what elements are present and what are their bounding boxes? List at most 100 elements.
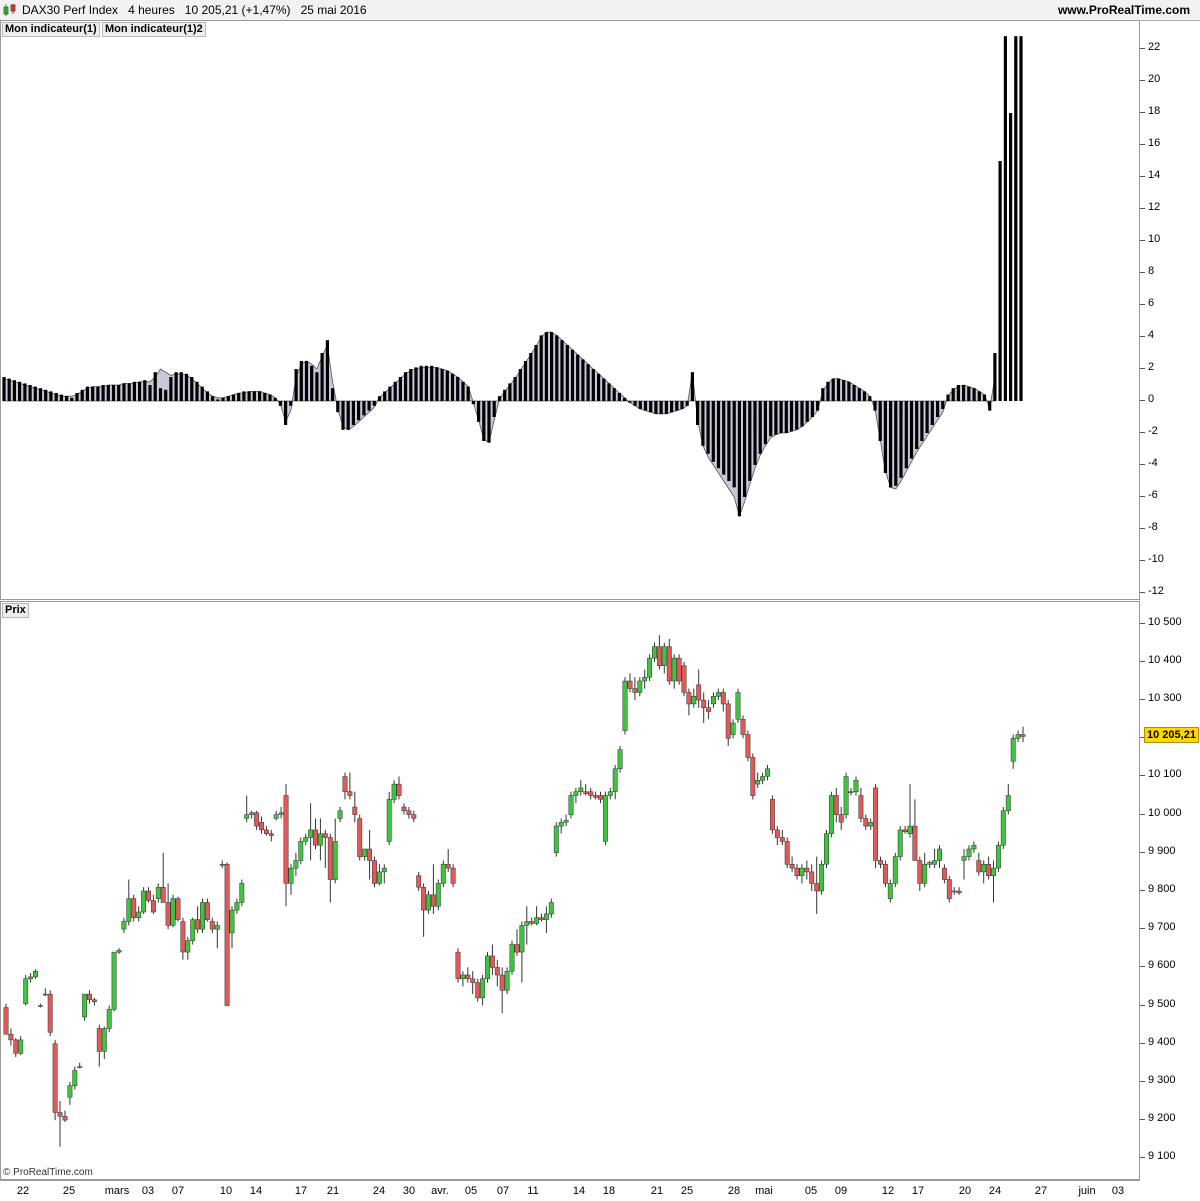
candle-up [376,871,382,884]
price-label[interactable]: Prix [2,603,29,618]
histogram-bar [164,389,168,401]
y-tick-label: 10 [1148,233,1161,245]
last-price-tag: 10 205,21 [1144,727,1199,744]
histogram-bar [268,394,272,401]
candle-up [214,925,220,930]
histogram-bar [654,401,658,414]
histogram-bar [430,365,434,401]
candle-down [421,886,427,911]
histogram-bar [331,388,335,401]
y-tick-label: 9 600 [1148,959,1176,972]
candle-down [878,860,883,865]
histogram-bar [821,388,825,401]
candle-down [917,860,923,884]
candle-up [927,862,933,865]
candle-up [18,1039,24,1054]
histogram-bar [852,385,856,401]
candle-up [249,812,255,815]
histogram-bar [138,381,142,401]
y-tick-label: 6 [1148,297,1155,309]
histogram-bar [998,161,1002,401]
candle-down [986,864,992,877]
histogram-bar [106,385,110,401]
histogram-bar [513,377,517,401]
candle-up [558,822,564,827]
x-tick-label: 09 [834,1185,848,1197]
x-tick-label: 25 [62,1185,76,1197]
brand-link[interactable]: www.ProRealTime.com [1058,3,1190,17]
candle-down [779,837,785,842]
candle-down [165,902,171,926]
candle-down [47,993,53,1033]
candle-up [647,657,653,678]
candle-down [882,864,888,884]
histogram-bar [419,365,423,401]
histogram-bar [258,391,262,401]
last-quote: 10 205,21 (+1,47%) [184,3,291,17]
candle-up [391,783,397,800]
candle-up [170,898,176,926]
candle-down [475,982,481,999]
y-tick-mark [1140,432,1145,433]
candle-down [401,806,407,812]
candle-up [136,911,142,918]
histogram-bar [153,372,157,401]
candle-up [485,955,490,980]
candle-down [367,848,373,861]
candle-up [82,993,88,1018]
candle-up [244,814,250,819]
indicator-label-1[interactable]: Mon indicateur(1) [2,22,100,37]
histogram-bar [544,332,548,401]
histogram-bar [716,401,721,469]
timeframe[interactable]: 4 heures [128,3,175,17]
histogram-bar [456,377,460,401]
candle-down [406,810,412,815]
candle-down [175,898,181,920]
histogram-bar [294,369,298,401]
histogram-bar [237,393,241,401]
y-tick-mark [1140,208,1145,209]
x-tick-label: 24 [372,1185,386,1197]
candle-down [322,833,328,838]
candle-up [293,860,299,869]
y-tick-label: 9 800 [1148,883,1176,895]
signal-area [3,331,996,518]
candle-up [922,864,928,884]
histogram-bar [440,369,444,401]
histogram-bar [732,401,736,488]
candle-up [553,825,559,854]
histogram-bar [299,361,303,401]
candle-down [946,879,952,899]
y-tick-mark [1140,890,1145,891]
histogram-bar [602,378,606,401]
histogram-bar [435,367,439,401]
histogram-bar [894,401,898,486]
histogram-bar [1009,113,1013,401]
chart-title: DAX30 Perf Index 4 heures 10 205,21 (+1,… [22,3,367,17]
indicator-label-2[interactable]: Mon indicateur(1)2 [102,22,206,37]
candle-down [593,795,599,798]
candle-down [794,867,800,876]
candle-up [337,810,343,819]
histogram-bar [962,385,966,401]
y-tick-mark [1140,1080,1145,1082]
histogram-bar [946,394,950,401]
y-tick-label: 20 [1148,73,1161,85]
candle-up [543,913,549,920]
histogram-bar [930,401,934,425]
candle-down [91,999,97,1002]
candle-down [706,707,712,712]
candle-down [956,890,962,894]
histogram-bar [111,385,116,401]
histogram-bar [393,381,397,401]
candle-up [617,749,623,770]
x-tick-label: 05 [464,1185,478,1197]
candle-down [941,867,947,880]
histogram-bar [670,401,674,413]
histogram-bar [148,385,152,401]
candle-down [740,718,746,735]
histogram-bar [550,332,554,401]
x-tick-label: 24 [988,1185,1002,1197]
y-tick-mark [1140,304,1145,305]
y-tick-label: 14 [1148,169,1161,181]
